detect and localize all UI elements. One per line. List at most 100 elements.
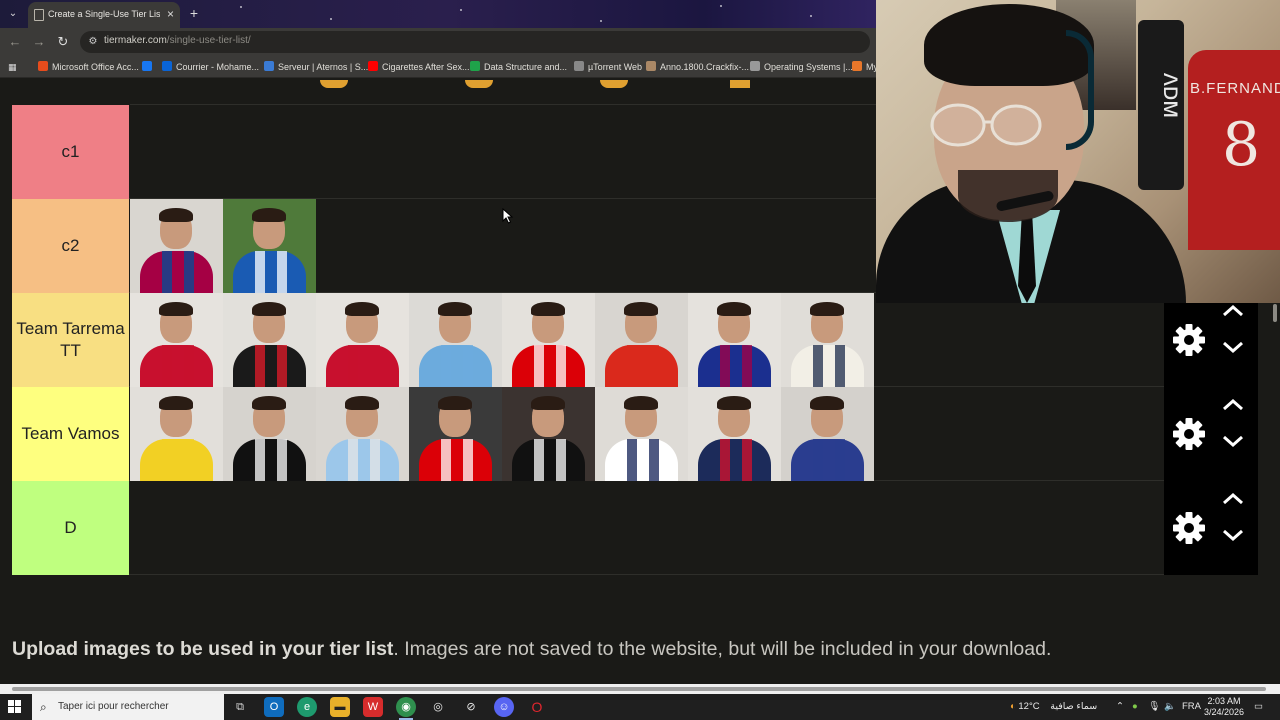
gear-icon[interactable] bbox=[1172, 417, 1206, 451]
tier-item-image[interactable] bbox=[130, 387, 223, 481]
vertical-scrollbar[interactable] bbox=[1270, 300, 1280, 684]
move-up-chevron-icon[interactable] bbox=[1220, 303, 1246, 319]
tier-item-image[interactable] bbox=[688, 387, 781, 481]
obs-icon[interactable]: ◎ bbox=[428, 697, 448, 717]
bookmarks-bar: ▦ Microsoft Office Acc... Courrier - Moh… bbox=[0, 56, 876, 78]
bookmark-9[interactable]: My bbox=[852, 60, 876, 74]
move-up-chevron-icon[interactable] bbox=[1220, 397, 1246, 413]
task-view-icon[interactable]: ⧉ bbox=[230, 697, 250, 717]
nvidia-icon[interactable]: ● bbox=[1132, 694, 1138, 720]
tier-item-image[interactable] bbox=[502, 387, 595, 481]
bookmark-4[interactable]: Cigarettes After Sex... bbox=[368, 60, 470, 74]
horizontal-scrollbar[interactable] bbox=[0, 684, 1280, 694]
tier-item-image[interactable] bbox=[130, 293, 223, 387]
taskbar-clock[interactable]: 2:03 AM 3/24/2026 bbox=[1196, 696, 1252, 718]
thumb-fragment bbox=[320, 80, 348, 88]
tier-row[interactable]: Team Tarrema TT bbox=[12, 293, 1258, 387]
tier-item-image[interactable] bbox=[409, 293, 502, 387]
opera-icon[interactable]: O bbox=[527, 697, 547, 717]
tier-item-image[interactable] bbox=[316, 387, 409, 481]
weather-text: سماء صافية bbox=[1050, 701, 1098, 712]
edge-icon[interactable]: e bbox=[297, 697, 317, 717]
tier-label[interactable]: D bbox=[12, 481, 129, 575]
outlook-icon[interactable]: O bbox=[264, 697, 284, 717]
tier-items[interactable] bbox=[130, 293, 874, 387]
forward-arrow-icon[interactable]: → bbox=[30, 33, 48, 51]
thumb-fragment bbox=[465, 80, 493, 88]
scrollbar-thumb[interactable] bbox=[12, 687, 1266, 691]
taskbar-search[interactable]: ⌕ Taper ici pour rechercher bbox=[32, 694, 224, 720]
notifications-icon[interactable]: ▭ bbox=[1254, 694, 1263, 720]
bookmark-6[interactable]: µTorrent Web bbox=[574, 60, 642, 74]
address-bar[interactable]: ⚙ tiermaker.com/single-use-tier-list/ bbox=[80, 31, 870, 53]
move-down-chevron-icon[interactable] bbox=[1220, 433, 1246, 449]
tier-label[interactable]: c2 bbox=[12, 199, 129, 293]
tier-item-image[interactable] bbox=[781, 293, 874, 387]
bookmark-8[interactable]: Operating Systems |... bbox=[750, 60, 853, 74]
gear-icon[interactable] bbox=[1172, 323, 1206, 357]
steam-icon[interactable]: ⊘ bbox=[461, 697, 481, 717]
tier-row-controls bbox=[1164, 387, 1258, 481]
bookmark-7[interactable]: Anno.1800.Crackfix-... bbox=[646, 60, 749, 74]
gear-icon[interactable] bbox=[1172, 511, 1206, 545]
discord-icon[interactable]: ☺ bbox=[494, 697, 514, 717]
scrollbar-thumb[interactable] bbox=[1273, 304, 1277, 322]
tier-item-image[interactable] bbox=[223, 293, 316, 387]
tier-label[interactable]: Team Tarrema TT bbox=[12, 293, 129, 387]
apps-grid-icon[interactable]: ▦ bbox=[8, 60, 22, 74]
weather-widget[interactable]: ◐ 12°C سماء صافية bbox=[1010, 694, 1097, 720]
tier-item-image[interactable] bbox=[223, 387, 316, 481]
wps-office-icon[interactable]: W bbox=[363, 697, 383, 717]
facebook-icon bbox=[142, 61, 152, 71]
tier-label[interactable]: c1 bbox=[12, 105, 129, 199]
youtube-icon bbox=[368, 61, 378, 71]
bookmark-3[interactable]: Serveur | Aternos | S... bbox=[264, 60, 368, 74]
tier-item-image[interactable] bbox=[409, 387, 502, 481]
tier-item-image[interactable] bbox=[595, 293, 688, 387]
mic-tray-icon[interactable]: 🎙 bbox=[1148, 694, 1160, 720]
search-icon: ⌕ bbox=[40, 700, 47, 714]
bookmark-5[interactable]: Data Structure and... bbox=[470, 60, 567, 74]
tier-item-image[interactable] bbox=[223, 199, 316, 293]
reload-icon[interactable]: ↻ bbox=[54, 33, 72, 51]
tier-items[interactable] bbox=[130, 199, 316, 293]
page-favicon-icon bbox=[34, 9, 44, 21]
upload-instructions: Upload images to be used in your tier li… bbox=[12, 638, 1052, 660]
scrolled-tier-row bbox=[130, 78, 876, 105]
move-up-chevron-icon[interactable] bbox=[1220, 491, 1246, 507]
back-arrow-icon[interactable]: ← bbox=[6, 33, 24, 51]
new-tab-icon[interactable]: + bbox=[186, 6, 202, 22]
tier-item-image[interactable] bbox=[688, 293, 781, 387]
mail-icon bbox=[162, 61, 172, 71]
chrome-icon[interactable]: ◉ bbox=[396, 697, 416, 720]
move-down-chevron-icon[interactable] bbox=[1220, 339, 1246, 355]
windows-start-icon[interactable] bbox=[8, 700, 22, 714]
thumb-fragment bbox=[730, 80, 750, 88]
tier-item-image[interactable] bbox=[502, 293, 595, 387]
move-down-chevron-icon[interactable] bbox=[1220, 527, 1246, 543]
tray-overflow-icon[interactable]: ⌃ bbox=[1116, 694, 1124, 720]
site-info-icon[interactable]: ⚙ bbox=[86, 35, 100, 49]
tier-items[interactable] bbox=[130, 387, 874, 481]
tier-row[interactable]: Team Vamos bbox=[12, 387, 1258, 481]
tier-item-image[interactable] bbox=[595, 387, 688, 481]
mouse-cursor-icon bbox=[502, 208, 514, 224]
close-tab-icon[interactable]: × bbox=[167, 7, 174, 21]
headset-icon bbox=[1066, 30, 1094, 150]
jersey-number: 8 bbox=[1222, 110, 1261, 180]
file-explorer-icon[interactable]: ▬ bbox=[330, 697, 350, 717]
volume-icon[interactable]: 🔈 bbox=[1164, 694, 1176, 720]
url-text: tiermaker.com/single-use-tier-list/ bbox=[104, 35, 251, 46]
tab-search-icon[interactable]: ⌄ bbox=[4, 6, 22, 22]
office-icon bbox=[38, 61, 48, 71]
tier-item-image[interactable] bbox=[781, 387, 874, 481]
tab-tiermaker[interactable]: Create a Single-Use Tier List (P × bbox=[28, 2, 180, 28]
tier-row[interactable]: D bbox=[12, 481, 1258, 575]
bookmark-0[interactable]: Microsoft Office Acc... bbox=[38, 60, 139, 74]
tier-item-image[interactable] bbox=[316, 293, 409, 387]
bookmark-1[interactable] bbox=[142, 60, 156, 74]
bookmark-2[interactable]: Courrier - Mohame... bbox=[162, 60, 259, 74]
weather-temp: 12°C bbox=[1018, 701, 1040, 712]
tier-item-image[interactable] bbox=[130, 199, 223, 293]
tier-label[interactable]: Team Vamos bbox=[12, 387, 129, 481]
